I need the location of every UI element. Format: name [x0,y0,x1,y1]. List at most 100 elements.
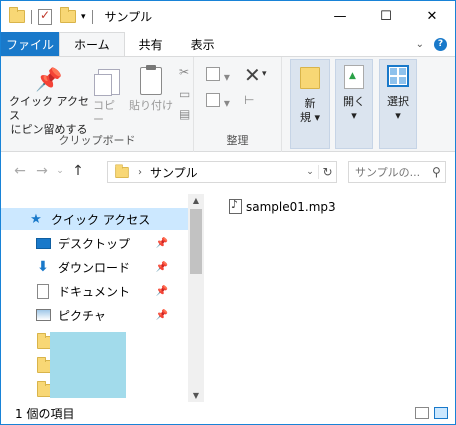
forward-icon[interactable]: → [31,163,53,179]
new-label-line2: 規 ▾ [299,111,321,124]
ribbon-tabs: ファイル ホーム 共有 表示 ⌄ ? [1,32,455,56]
tab-file[interactable]: ファイル [1,32,59,56]
window-controls: — ☐ ✕ [317,1,455,32]
refresh-icon[interactable]: ↻ [318,165,336,179]
paste-shortcut-icon[interactable]: ▤ [179,107,190,121]
nav-item-pictures[interactable]: ピクチャ 📌 [1,304,188,326]
customize-qat-button[interactable]: ▾ [81,12,86,22]
desktop-icon [35,237,51,249]
rename-icon[interactable]: ⊢ [244,93,254,107]
address-row: ← → ⌄ ↑ › サンプル ⌄ ↻ ⚲ [1,152,455,190]
nav-scrollbar[interactable]: ▲ ▼ [188,194,204,402]
title-bar: ▾ サンプル — ☐ ✕ [1,1,455,32]
item-count: 1 個の項目 [15,406,75,421]
address-dropdown-icon[interactable]: ⌄ [302,167,318,177]
pin-label-line1: クイック アクセス [9,95,89,122]
paste-icon [140,65,162,95]
paste-button[interactable]: 貼り付け [129,65,173,113]
nav-item-label: ダウンロード [58,260,131,275]
tab-view[interactable]: 表示 [177,32,229,56]
tab-home[interactable]: ホーム [59,32,125,56]
audio-file-icon [229,198,242,214]
search-icon: ⚲ [432,165,441,179]
clipboard-group: 📌 クイック アクセス にピン留めする コピー 貼り付け ✂ ▭ ▤ クリップボ… [1,57,194,152]
help-icon[interactable]: ? [434,37,447,51]
scroll-up-icon[interactable]: ▲ [188,196,204,205]
maximize-button[interactable]: ☐ [363,1,409,32]
pin-quick-access-button[interactable]: 📌 クイック アクセス にピン留めする [9,67,89,137]
move-to-icon[interactable]: ▾ [206,67,230,84]
breadcrumb[interactable]: サンプル [150,164,198,181]
pin-icon: 📌 [155,237,168,249]
quick-access-toolbar: ▾ [9,7,99,25]
explorer-window: ▾ サンプル — ☐ ✕ ファイル ホーム 共有 表示 ⌄ ? 📌 クイック ア… [0,0,456,425]
folder-icon [115,163,129,178]
nav-item-label: クイック アクセス [51,212,151,227]
breadcrumb-chevron-icon[interactable]: › [138,167,142,178]
window-title: サンプル [104,10,153,24]
expand-ribbon-icon[interactable]: ⌄ [416,39,424,50]
search-input[interactable] [355,165,430,179]
close-button[interactable]: ✕ [409,1,455,32]
nav-item-desktop[interactable]: デスクトップ 📌 [1,232,188,254]
scroll-down-icon[interactable]: ▼ [188,391,204,400]
open-icon [344,65,364,89]
select-label: 選択 [387,95,409,108]
file-name: sample01.mp3 [246,199,336,214]
nav-item-label: ピクチャ [58,308,106,323]
open-label: 開く [343,95,365,108]
open-dropdown-icon: ▾ [351,109,357,122]
document-icon [37,283,49,299]
new-folder-icon[interactable] [60,7,76,23]
up-icon[interactable]: ↑ [67,163,89,179]
select-button[interactable]: 選択 ▾ [380,65,416,123]
pin-icon: 📌 [155,261,168,273]
copy-path-icon[interactable]: ▭ [179,87,190,101]
organize-group: ▾ ▾ ✕ ▾ ⊢ 整理 [194,57,282,152]
download-icon: ⬇ [37,259,49,275]
scroll-thumb[interactable] [190,209,202,274]
properties-icon[interactable] [38,8,52,25]
pictures-icon [35,309,51,321]
file-item[interactable]: sample01.mp3 [229,198,336,214]
toolbar-separator [91,9,93,24]
new-label-line1: 新 [304,97,316,110]
folder-icon [9,7,25,23]
delete-dropdown-icon[interactable]: ▾ [262,69,267,79]
pin-icon: 📌 [35,68,63,93]
nav-item-label: デスクトップ [58,236,131,251]
redacted-area [50,332,126,398]
delete-icon[interactable]: ✕ [244,63,261,87]
star-icon: ★ [30,211,42,227]
status-bar: 1 個の項目 [1,402,455,424]
nav-item-documents[interactable]: ドキュメント 📌 [1,280,188,302]
pin-icon: 📌 [155,309,168,321]
clipboard-group-label: クリップボード [58,134,136,147]
copy-label: コピー [93,99,115,126]
open-button[interactable]: 開く ▾ [336,65,372,123]
select-dropdown-icon: ▾ [395,109,401,122]
address-bar[interactable]: › サンプル ⌄ ↻ [107,161,337,183]
select-icon [387,65,409,87]
new-button[interactable]: 新 規 ▾ [291,65,329,125]
recent-locations-icon[interactable]: ⌄ [53,166,67,176]
details-view-icon[interactable] [415,407,429,419]
copy-icon [94,69,120,96]
nav-item-label: ドキュメント [58,284,131,299]
new-folder-icon [300,67,320,89]
back-icon[interactable]: ← [9,163,31,179]
search-box[interactable]: ⚲ [348,161,446,183]
nav-item-downloads[interactable]: ⬇ ダウンロード 📌 [1,256,188,278]
toolbar-separator [31,9,32,24]
large-icons-view-icon[interactable] [434,407,448,419]
organize-group-label: 整理 [226,134,249,147]
copy-to-icon[interactable]: ▾ [206,93,230,110]
cut-icon[interactable]: ✂ [179,65,189,79]
tab-share[interactable]: 共有 [125,32,177,56]
pin-icon: 📌 [155,285,168,297]
paste-label: 貼り付け [129,99,173,112]
ribbon: 📌 クイック アクセス にピン留めする コピー 貼り付け ✂ ▭ ▤ クリップボ… [1,56,455,152]
nav-item-quick-access[interactable]: ★ クイック アクセス [1,208,188,230]
copy-button[interactable]: コピー [93,67,125,127]
minimize-button[interactable]: — [317,1,363,32]
